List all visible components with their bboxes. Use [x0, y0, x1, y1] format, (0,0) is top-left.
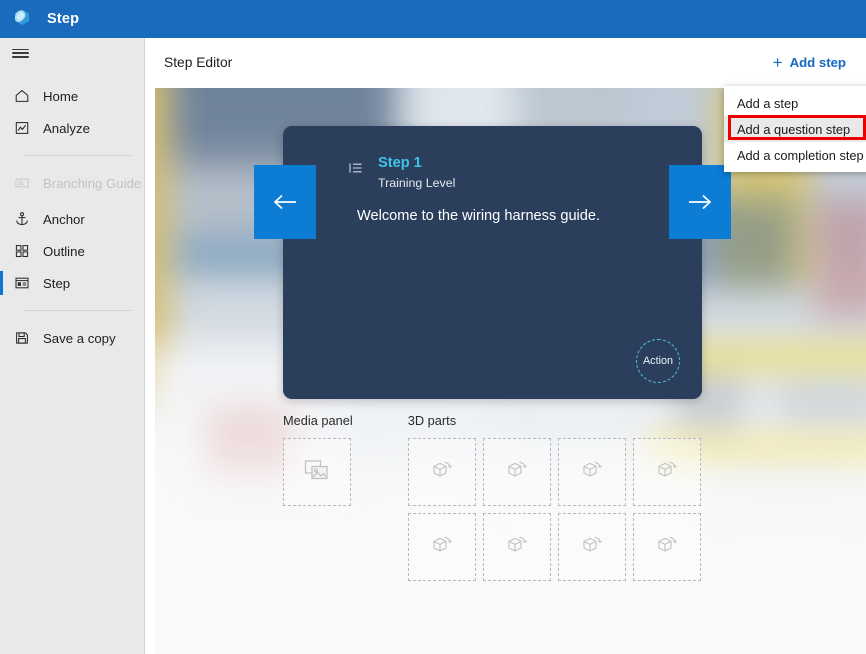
step-card: Step 1 Training Level Welcome to the wir…: [283, 126, 702, 399]
app-title: Step: [47, 11, 79, 27]
step-description: Welcome to the wiring harness guide.: [283, 190, 702, 226]
sidebar-item-save-a-copy[interactable]: Save a copy: [0, 322, 144, 354]
sidebar-item-label: Analyze: [43, 121, 90, 136]
menu-item-add-a-step[interactable]: Add a step: [724, 90, 866, 116]
3d-part-icon: [655, 534, 679, 561]
add-step-menu: Add a step Add a question step Add a com…: [724, 86, 866, 172]
app-window: Step Home Analyze: [0, 0, 866, 654]
3d-part-icon: [580, 459, 604, 486]
part-slot[interactable]: [483, 438, 551, 506]
sidebar-item-outline[interactable]: Outline: [0, 235, 144, 267]
sidebar-item-label: Anchor: [43, 212, 85, 227]
arrow-left-icon: [271, 191, 299, 213]
plus-icon: +: [773, 54, 783, 71]
sidebar: Home Analyze Branching Guide: [0, 38, 145, 654]
sidebar-item-label: Save a copy: [43, 331, 116, 346]
step-label: Step 1: [378, 154, 455, 174]
menu-item-label: Add a question step: [737, 122, 850, 137]
sidebar-item-label: Outline: [43, 244, 85, 259]
sidebar-item-step[interactable]: Step: [0, 267, 144, 299]
3d-part-icon: [505, 459, 529, 486]
media-panel-label: Media panel: [283, 413, 353, 428]
action-label: Action: [643, 355, 673, 367]
page-title: Step Editor: [164, 55, 232, 70]
anchor-icon: [13, 211, 30, 228]
3d-part-icon: [580, 534, 604, 561]
step-stage: Step 1 Training Level Welcome to the wir…: [155, 88, 866, 654]
parts-panel: 3D parts: [408, 413, 701, 581]
next-step-button[interactable]: [669, 165, 731, 239]
sidebar-item-branching-guide: Branching Guide: [0, 167, 144, 199]
step-sublabel: Training Level: [378, 176, 455, 190]
asset-panels: Media panel 3D parts: [283, 413, 701, 581]
analyze-chart-icon: [13, 120, 30, 137]
title-bar: Step: [0, 0, 866, 38]
add-step-button[interactable]: + Add step: [771, 50, 848, 75]
sidebar-item-home[interactable]: Home: [0, 80, 144, 112]
media-slot[interactable]: [283, 438, 351, 506]
parts-grid: [408, 438, 701, 581]
outline-grid-icon: [13, 243, 30, 260]
step-list-icon: [348, 160, 364, 176]
part-slot[interactable]: [633, 513, 701, 581]
sidebar-item-label: Home: [43, 89, 78, 104]
sidebar-item-label: Branching Guide: [43, 176, 141, 191]
menu-item-label: Add a completion step: [737, 148, 864, 163]
3d-part-icon: [430, 459, 454, 486]
part-slot[interactable]: [408, 513, 476, 581]
sidebar-item-label: Step: [43, 276, 70, 291]
sidebar-item-anchor[interactable]: Anchor: [0, 203, 144, 235]
sidebar-toggle-button[interactable]: [0, 38, 145, 68]
content-header: Step Editor + Add step: [145, 38, 866, 86]
part-slot[interactable]: [408, 438, 476, 506]
step-card-header: Step 1 Training Level: [283, 126, 702, 190]
save-floppy-icon: [13, 330, 30, 347]
part-slot[interactable]: [483, 513, 551, 581]
menu-item-add-a-completion-step[interactable]: Add a completion step: [724, 142, 866, 168]
3d-part-icon: [655, 459, 679, 486]
image-placeholder-icon: [304, 458, 330, 487]
3d-part-icon: [430, 534, 454, 561]
step-slide-icon: [13, 275, 30, 292]
sidebar-divider: [25, 155, 131, 156]
sidebar-divider-2: [25, 310, 131, 311]
parts-panel-label: 3D parts: [408, 413, 701, 428]
media-panel: Media panel: [283, 413, 353, 581]
guides-logo-icon: [9, 6, 35, 32]
previous-step-button[interactable]: [254, 165, 316, 239]
menu-item-add-a-question-step[interactable]: Add a question step: [724, 116, 866, 142]
home-icon: [13, 88, 30, 105]
part-slot[interactable]: [558, 438, 626, 506]
action-button[interactable]: Action: [636, 339, 680, 383]
sidebar-item-analyze[interactable]: Analyze: [0, 112, 144, 144]
branching-guide-icon: [13, 175, 30, 192]
hamburger-icon: [12, 49, 29, 58]
part-slot[interactable]: [558, 513, 626, 581]
arrow-right-icon: [686, 191, 714, 213]
menu-item-label: Add a step: [737, 96, 798, 111]
add-step-label: Add step: [790, 55, 846, 70]
3d-part-icon: [505, 534, 529, 561]
part-slot[interactable]: [633, 438, 701, 506]
